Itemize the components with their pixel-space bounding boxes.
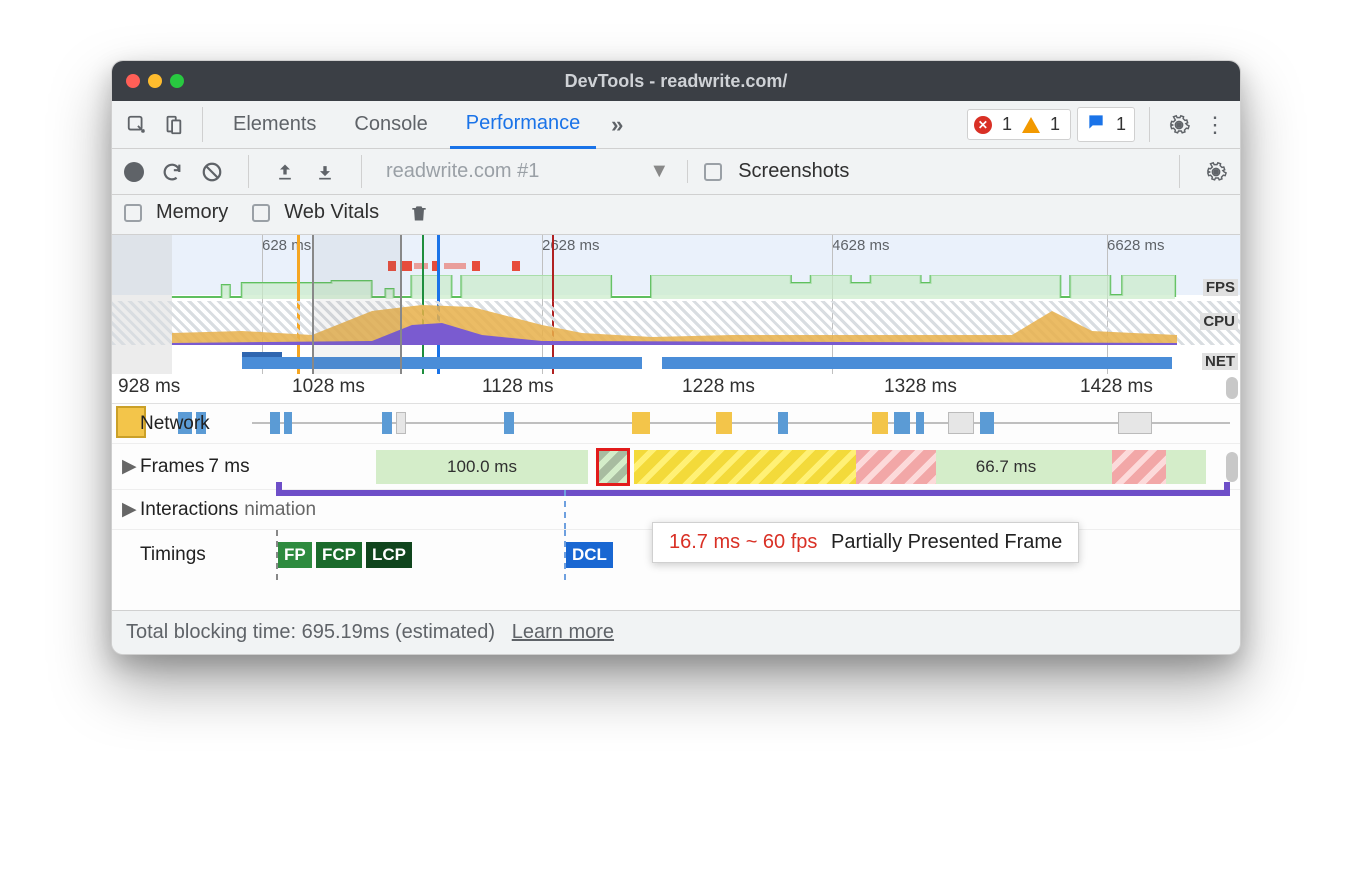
- frame-selected[interactable]: [596, 448, 630, 486]
- tracks-area: ▶ Network ▶ Frames 7 ms: [112, 404, 1240, 610]
- device-toggle-icon[interactable]: [158, 110, 188, 140]
- fps-label: FPS: [1203, 279, 1238, 296]
- frame-block[interactable]: 66.7 ms: [936, 450, 1076, 484]
- separator: [361, 155, 362, 188]
- overview-minimap[interactable]: 628 ms 2628 ms 4628 ms 6628 ms: [112, 234, 1240, 374]
- error-icon: ✕: [974, 116, 992, 134]
- timing-fp[interactable]: FP: [278, 542, 312, 568]
- timing-lcp[interactable]: LCP: [366, 542, 412, 568]
- close-window-button[interactable]: [126, 74, 140, 88]
- overview-selection[interactable]: [312, 235, 402, 374]
- window-controls: [126, 74, 184, 88]
- learn-more-link[interactable]: Learn more: [512, 621, 614, 643]
- devtools-window: DevTools - readwrite.com/ Elements Conso…: [111, 60, 1241, 655]
- target-label: readwrite.com #1: [386, 160, 539, 183]
- minimize-window-button[interactable]: [148, 74, 162, 88]
- timing-fcp[interactable]: FCP: [316, 542, 362, 568]
- record-button[interactable]: [124, 162, 144, 182]
- memory-checkbox[interactable]: [124, 204, 142, 222]
- animation-bar: [276, 490, 1230, 496]
- tooltip-primary: 16.7 ms ~ 60 fps: [669, 531, 817, 553]
- frame-block-dropped[interactable]: [856, 450, 936, 484]
- perf-options: Memory Web Vitals: [112, 195, 1240, 234]
- titlebar[interactable]: DevTools - readwrite.com/: [112, 61, 1240, 101]
- scrollbar-thumb[interactable]: [1226, 377, 1238, 399]
- frame-7: 7 ms: [208, 456, 249, 478]
- message-icon: [1086, 112, 1106, 137]
- download-icon[interactable]: [313, 160, 337, 184]
- expand-icon[interactable]: ▶: [122, 498, 134, 521]
- warning-icon: [1022, 117, 1040, 133]
- upload-icon[interactable]: [273, 160, 297, 184]
- cpu-label: CPU: [1200, 313, 1238, 330]
- frame-tooltip: 16.7 ms ~ 60 fps Partially Presented Fra…: [652, 522, 1079, 563]
- screenshots-label: Screenshots: [738, 160, 849, 183]
- dropdown-icon: ▼: [649, 160, 669, 183]
- clear-icon[interactable]: [200, 160, 224, 184]
- main-tabbar: Elements Console Performance » ✕ 1 1 1 ⋮: [112, 101, 1240, 149]
- separator: [1179, 155, 1180, 188]
- frame-block[interactable]: [1166, 450, 1206, 484]
- track-network[interactable]: ▶ Network: [112, 404, 1240, 444]
- tooltip-secondary: Partially Presented Frame: [831, 531, 1062, 553]
- trash-icon[interactable]: [409, 202, 429, 224]
- tbt-text: Total blocking time: 695.19ms (estimated…: [126, 621, 495, 643]
- kebab-menu-icon[interactable]: ⋮: [1200, 110, 1230, 140]
- tab-console[interactable]: Console: [338, 101, 443, 149]
- target-selector[interactable]: readwrite.com #1 ▼: [386, 160, 688, 183]
- perf-toolbar: readwrite.com #1 ▼ Screenshots: [112, 149, 1240, 195]
- time-ruler[interactable]: 928 ms 1028 ms 1128 ms 1228 ms 1328 ms 1…: [112, 374, 1240, 404]
- error-count: 1: [1002, 114, 1012, 135]
- capture-settings-icon[interactable]: [1204, 160, 1228, 184]
- tab-elements[interactable]: Elements: [217, 101, 332, 149]
- issues-badge[interactable]: ✕ 1 1: [967, 109, 1071, 140]
- web-vitals-label: Web Vitals: [284, 201, 379, 224]
- tab-performance[interactable]: Performance: [450, 101, 597, 149]
- expand-icon[interactable]: ▶: [122, 455, 134, 478]
- net-label: NET: [1202, 353, 1238, 370]
- summary-footer: Total blocking time: 695.19ms (estimated…: [112, 610, 1240, 654]
- timing-dcl[interactable]: DCL: [566, 542, 613, 568]
- messages-badge[interactable]: 1: [1077, 107, 1135, 142]
- warning-count: 1: [1050, 114, 1060, 135]
- frame-block[interactable]: 100.0 ms: [376, 450, 588, 484]
- separator: [1149, 107, 1150, 142]
- animation-label: nimation: [244, 499, 316, 521]
- frame-block-dropped[interactable]: [1112, 450, 1166, 484]
- zoom-window-button[interactable]: [170, 74, 184, 88]
- separator: [248, 155, 249, 188]
- frame-block-yellow[interactable]: [634, 450, 856, 484]
- more-tabs-icon[interactable]: »: [602, 110, 632, 140]
- screenshots-checkbox[interactable]: [704, 163, 722, 181]
- inspect-icon[interactable]: [122, 110, 152, 140]
- scrollbar-thumb[interactable]: [1226, 452, 1238, 482]
- frame-block[interactable]: [1076, 450, 1112, 484]
- memory-label: Memory: [156, 201, 228, 224]
- message-count: 1: [1116, 114, 1126, 135]
- window-title: DevTools - readwrite.com/: [112, 71, 1240, 92]
- reload-icon[interactable]: [160, 160, 184, 184]
- separator: [202, 107, 203, 142]
- settings-icon[interactable]: [1164, 110, 1194, 140]
- web-vitals-checkbox[interactable]: [252, 204, 270, 222]
